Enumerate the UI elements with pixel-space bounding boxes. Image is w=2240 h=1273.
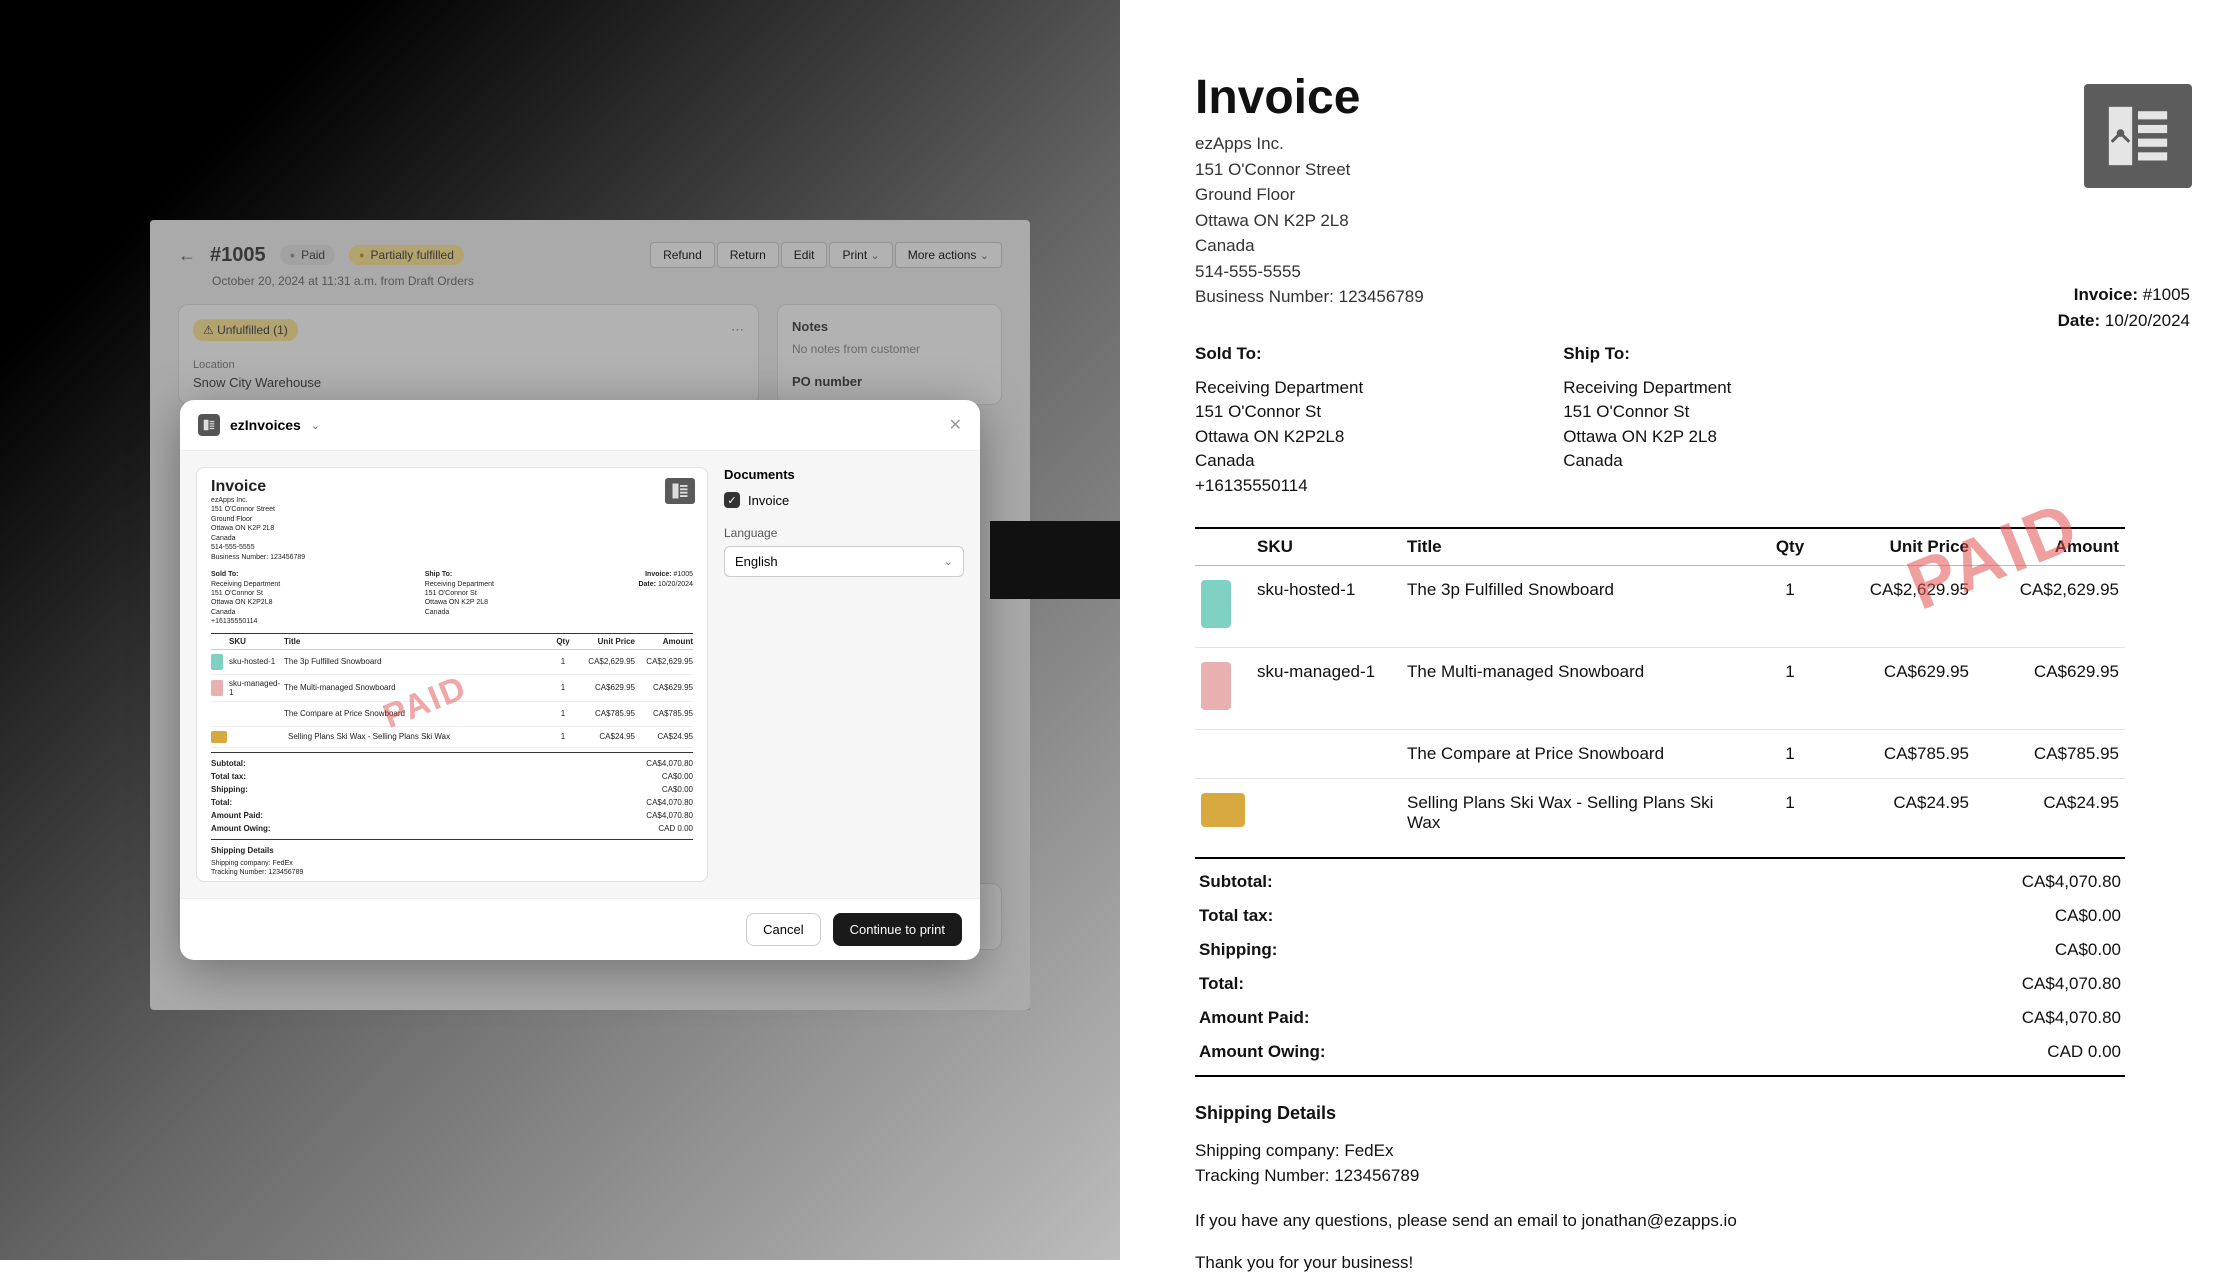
language-label: Language [724, 526, 964, 540]
thank-you-note: Thank you for your business! [1195, 1253, 2200, 1273]
fulfillment-card: ⚠ Unfulfilled (1) ⋯ Location Snow City W… [178, 304, 759, 405]
total-row: Total:CA$4,070.80 [1195, 967, 2125, 1001]
app-logo-icon [198, 414, 220, 436]
notes-heading: Notes [792, 319, 987, 334]
refund-button[interactable]: Refund [650, 242, 715, 268]
back-arrow-icon[interactable]: ← [178, 245, 196, 266]
language-select[interactable]: English ⌄ [724, 546, 964, 577]
print-button[interactable]: Print ⌄ [829, 242, 892, 268]
question-note: If you have any questions, please send a… [1195, 1211, 2200, 1231]
modal-title: ezInvoices [230, 417, 301, 433]
table-row: Selling Plans Ski Wax - Selling Plans Sk… [1195, 778, 2125, 847]
totals-block: Subtotal:CA$4,070.80Total tax:CA$0.00Shi… [1195, 857, 2125, 1077]
invoice-from-address: ezApps Inc.151 O'Connor StreetGround Flo… [1195, 131, 2200, 310]
unfulfilled-badge: ⚠ Unfulfilled (1) [193, 319, 298, 341]
return-button[interactable]: Return [717, 242, 779, 268]
invoice-title: Invoice [1195, 70, 2200, 125]
modal-options: Documents ✓ Invoice Language English ⌄ [724, 467, 964, 882]
invoice-preview: Invoice ezApps Inc.151 O'Connor StreetGr… [196, 467, 708, 882]
ship-to-block: Ship To: Receiving Department151 O'Conno… [1563, 344, 1731, 499]
arrow-right-icon [990, 430, 1120, 690]
edit-button[interactable]: Edit [781, 242, 828, 268]
chevron-down-icon: ⌄ [980, 250, 989, 262]
chevron-down-icon: ⌄ [871, 250, 880, 262]
invoice-checkbox[interactable]: ✓ Invoice [724, 492, 964, 508]
table-row: The Compare at Price Snowboard1CA$785.95… [1195, 729, 2125, 778]
total-row: Amount Owing:CAD 0.00 [1195, 1035, 2125, 1069]
table-row: sku-managed-1The Multi-managed Snowboard… [1195, 647, 2125, 729]
total-row: Total tax:CA$0.00 [1195, 899, 2125, 933]
invoice-document: Invoice ezApps Inc.151 O'Connor StreetGr… [1120, 0, 2240, 1260]
card-menu-icon[interactable]: ⋯ [731, 322, 744, 338]
notes-value: No notes from customer [792, 342, 987, 356]
ezinvoices-modal: ezInvoices ⌄ ✕ Invoice ezApps Inc.151 O'… [180, 400, 980, 960]
close-icon[interactable]: ✕ [949, 415, 962, 435]
total-row: Subtotal:CA$4,070.80 [1195, 865, 2125, 899]
cancel-button[interactable]: Cancel [746, 913, 820, 946]
checkbox-checked-icon: ✓ [724, 492, 740, 508]
total-row: Shipping:CA$0.00 [1195, 933, 2125, 967]
total-row: Amount Paid:CA$4,070.80 [1195, 1001, 2125, 1035]
more-actions-button[interactable]: More actions ⌄ [895, 242, 1002, 268]
line-items-table: SKU Title Qty Unit Price Amount sku-host… [1195, 527, 2125, 847]
location-value: Snow City Warehouse [193, 375, 744, 390]
shipping-details: Shipping company: FedExTracking Number: … [1195, 1138, 2200, 1189]
location-label: Location [193, 359, 744, 371]
fulfillment-badge: Partially fulfilled [349, 245, 464, 265]
order-number: #1005 [210, 244, 266, 267]
table-row: sku-hosted-1The 3p Fulfilled Snowboard1C… [1195, 565, 2125, 647]
paid-badge: Paid [280, 245, 335, 265]
shipping-heading: Shipping Details [1195, 1103, 2200, 1124]
invoice-logo-icon [2084, 84, 2192, 188]
continue-to-print-button[interactable]: Continue to print [833, 913, 962, 946]
documents-heading: Documents [724, 467, 964, 482]
po-heading: PO number [792, 374, 987, 389]
chevron-down-icon: ⌄ [944, 555, 953, 568]
invoice-logo-icon [665, 478, 695, 504]
invoice-meta: Invoice: #1005 Date: 10/20/2024 [2058, 282, 2190, 333]
chevron-down-icon[interactable]: ⌄ [311, 419, 320, 432]
order-timestamp: October 20, 2024 at 11:31 a.m. from Draf… [150, 274, 1030, 304]
notes-card: Notes No notes from customer PO number [777, 304, 1002, 405]
sold-to-block: Sold To: Receiving Department151 O'Conno… [1195, 344, 1363, 499]
